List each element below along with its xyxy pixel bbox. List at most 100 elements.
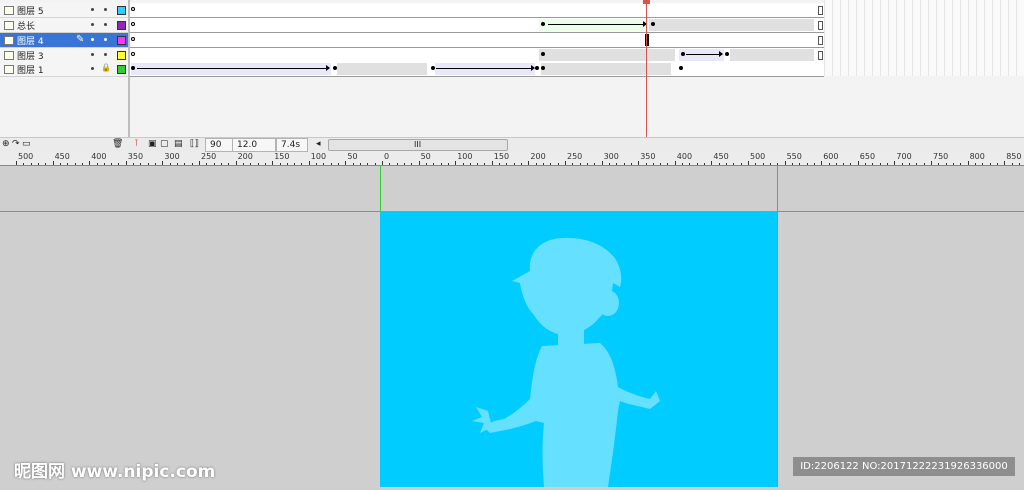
lock-icon[interactable]: 🔒 [101, 63, 111, 72]
ruler-minor-tick [733, 163, 735, 165]
outline-color-swatch[interactable] [117, 6, 126, 15]
visibility-dot[interactable] [91, 38, 94, 41]
keyframe[interactable] [541, 52, 545, 56]
ruler-label: 750 [933, 152, 949, 161]
empty-keyframe[interactable] [131, 52, 135, 56]
ruler-minor-tick [96, 163, 98, 165]
ruler-minor-tick [286, 163, 288, 165]
lock-dot[interactable] [104, 23, 107, 26]
lock-dot[interactable] [104, 8, 107, 11]
ruler-minor-tick [579, 163, 581, 165]
elapsed-time-field[interactable]: 7.4s [276, 138, 308, 152]
visibility-dot[interactable] [91, 23, 94, 26]
layer-row-1[interactable]: 图层 1 🔒 [0, 62, 128, 77]
ruler-label: 350 [127, 152, 144, 161]
keyframe[interactable] [535, 66, 539, 70]
frame-row[interactable] [130, 33, 824, 48]
onion-skin-icon[interactable]: ▣ [148, 139, 157, 149]
outline-color-swatch[interactable] [117, 65, 126, 74]
ruler-minor-tick [660, 163, 662, 165]
keyframe[interactable] [541, 66, 545, 70]
edit-multiple-frames-icon[interactable]: ▤ [174, 139, 183, 149]
frame-row[interactable] [130, 62, 824, 77]
layer-name: 图层 1 [17, 66, 44, 76]
stage-canvas[interactable] [380, 211, 777, 487]
frame-grid[interactable] [130, 0, 824, 77]
frame-row[interactable] [130, 3, 824, 18]
keyframe[interactable] [679, 66, 683, 70]
outline-color-swatch[interactable] [117, 21, 126, 30]
ruler-label: 50 [420, 152, 431, 161]
center-frame-icon[interactable]: ⊺ [134, 139, 139, 149]
ruler-tick [89, 161, 91, 165]
ruler-tick [784, 161, 786, 165]
visibility-dot[interactable] [91, 67, 94, 70]
delete-layer-icon[interactable]: 🗑 [112, 139, 123, 149]
scroll-thumb[interactable]: III [414, 140, 421, 149]
ruler-label: 50 [347, 152, 358, 161]
ruler-label: 700 [896, 152, 912, 161]
timeline-scrollbar[interactable]: III [328, 139, 508, 151]
visibility-dot[interactable] [91, 53, 94, 56]
layer-name: 图层 4 [17, 37, 44, 47]
vertical-guide-right[interactable] [777, 166, 778, 487]
layer-row-3[interactable]: 图层 3 [0, 48, 128, 63]
frame-rate-field[interactable]: 12.0 fps [232, 138, 276, 162]
ruler-minor-tick [879, 163, 881, 165]
keyframe[interactable] [651, 22, 655, 26]
current-frame-field[interactable]: 90 [205, 138, 235, 152]
ruler-minor-tick [645, 163, 647, 165]
empty-frame-area [824, 0, 1024, 76]
ruler-minor-tick [513, 163, 515, 165]
ruler-label: 400 [676, 152, 693, 161]
ruler-tick [162, 161, 164, 165]
ruler-tick [16, 161, 17, 165]
ruler-tick [931, 161, 932, 165]
tween-span [539, 19, 647, 31]
add-guide-layer-icon[interactable]: ↷ [12, 139, 20, 149]
outline-color-swatch[interactable] [117, 36, 126, 45]
add-layer-icon[interactable]: ⊕ [2, 139, 10, 149]
motion-tween-arrow [548, 21, 647, 27]
ruler-label: 600 [823, 152, 839, 161]
frame-span [337, 63, 427, 75]
layer-row-total[interactable]: 总长 [0, 18, 128, 33]
keyframe[interactable] [725, 52, 729, 56]
ruler-minor-tick [374, 163, 376, 165]
ruler-minor-tick [477, 163, 479, 165]
outline-color-swatch[interactable] [117, 51, 126, 60]
ruler-minor-tick [59, 163, 61, 165]
frame-span [649, 19, 814, 31]
modify-onion-markers-icon[interactable]: ⟦⟧ [190, 139, 199, 149]
ruler-minor-tick [191, 163, 193, 165]
frame-row[interactable] [130, 18, 824, 33]
ruler-minor-tick [177, 163, 179, 165]
keyframe[interactable] [131, 66, 135, 70]
empty-keyframe[interactable] [131, 7, 135, 11]
character-silhouette[interactable] [380, 211, 777, 487]
lock-dot[interactable] [104, 38, 107, 41]
frame-row[interactable] [130, 48, 824, 63]
ruler-minor-tick [594, 163, 596, 165]
ruler-label: 400 [91, 152, 107, 161]
empty-keyframe[interactable] [131, 22, 135, 26]
keyframe[interactable] [681, 52, 685, 56]
add-folder-icon[interactable]: ▭ [22, 139, 31, 149]
ruler-minor-tick [206, 163, 208, 165]
ruler-minor-tick [30, 163, 32, 165]
onion-skin-outlines-icon[interactable]: ▢ [160, 139, 169, 149]
keyframe[interactable] [541, 22, 545, 26]
ruler-minor-tick [718, 163, 720, 165]
ruler-minor-tick [111, 163, 113, 165]
ruler-minor-tick [630, 163, 632, 165]
ruler-tick [565, 161, 566, 165]
lock-dot[interactable] [104, 53, 107, 56]
playhead-line[interactable] [646, 0, 647, 137]
scroll-left-icon[interactable]: ◂ [316, 139, 321, 149]
layer-row-5[interactable]: 图层 5 [0, 3, 128, 18]
frame-span [541, 63, 671, 75]
visibility-dot[interactable] [91, 8, 94, 11]
empty-keyframe[interactable] [131, 37, 135, 41]
layer-row-4[interactable]: 图层 4 ✎ [0, 33, 128, 48]
frame-end-marker [818, 6, 823, 15]
